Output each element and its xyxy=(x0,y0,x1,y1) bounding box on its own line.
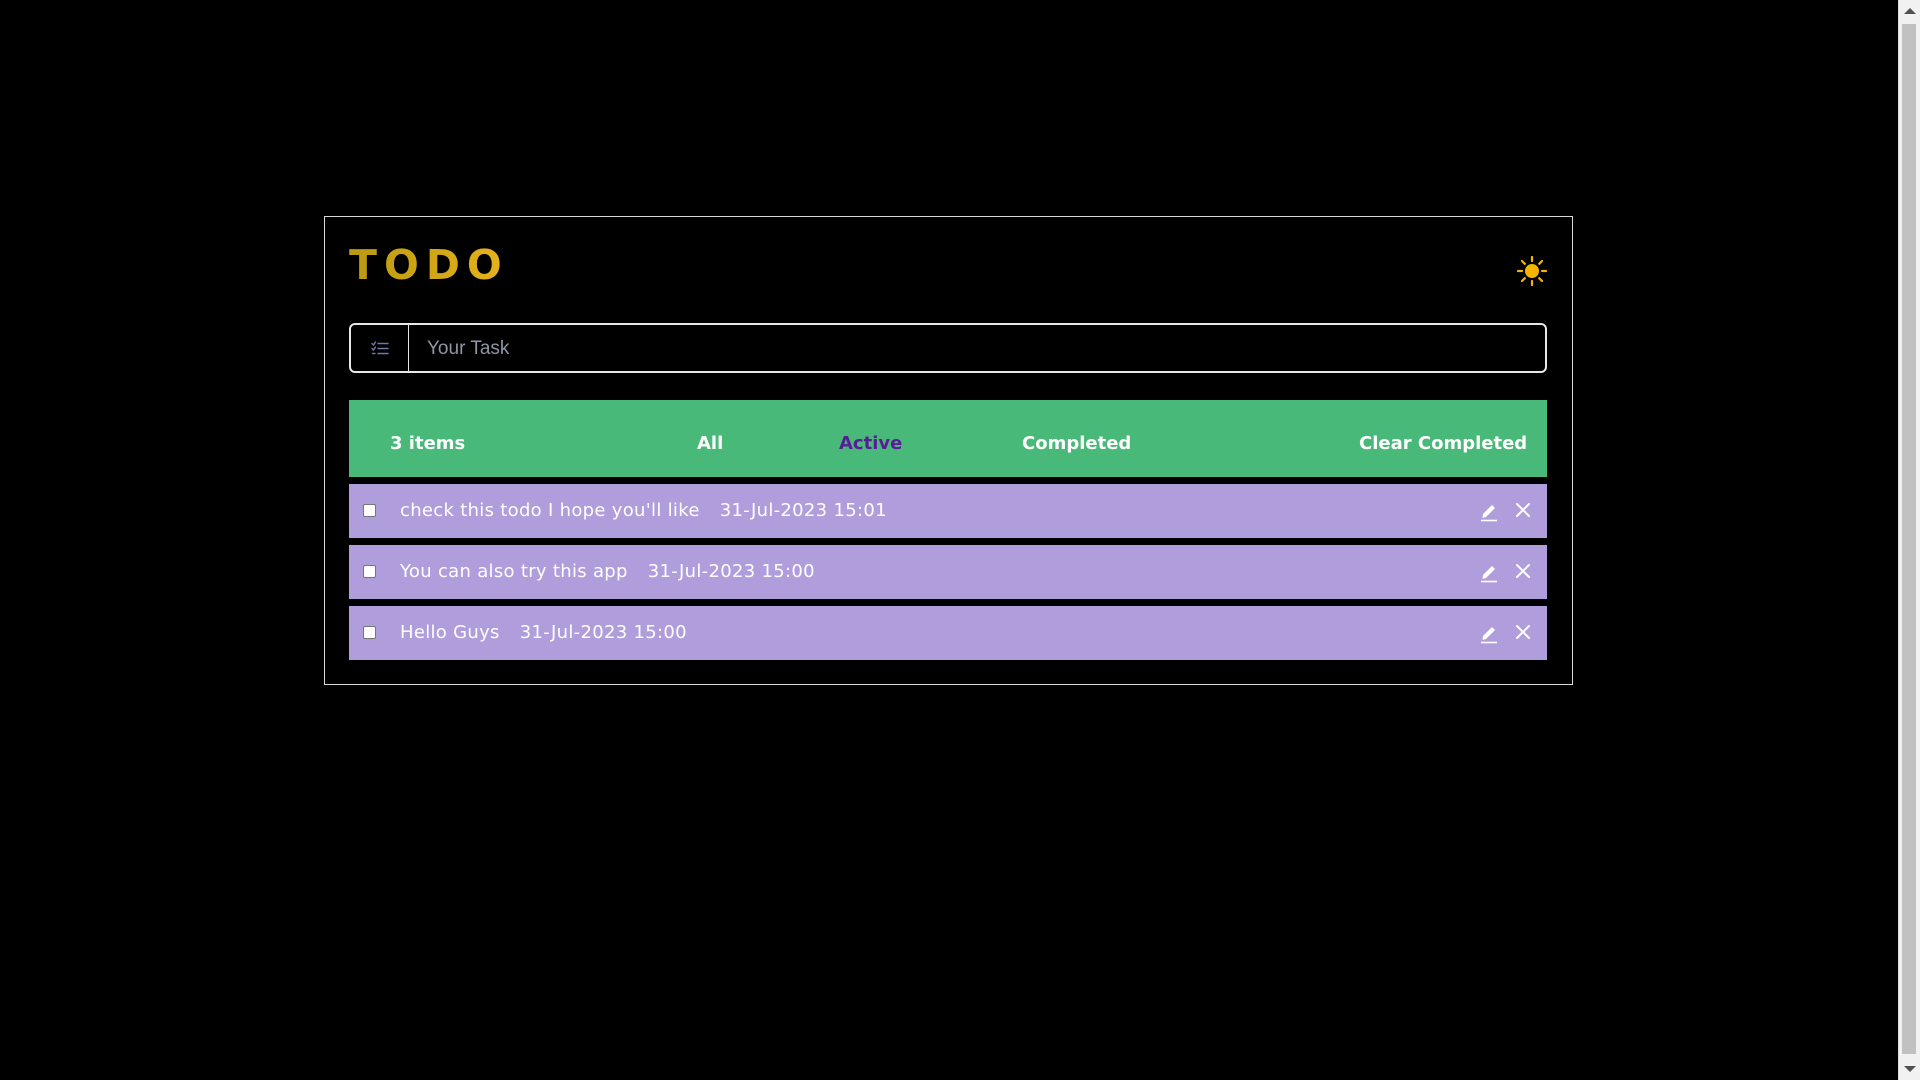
todo-text: Hello Guys xyxy=(400,622,500,643)
edit-icon[interactable] xyxy=(1479,622,1499,644)
todo-card: TODO Your Task 3 items All Active Comple… xyxy=(324,216,1573,685)
todo-content: Hello Guys 31-Jul-2023 15:00 xyxy=(400,623,687,643)
todo-content: check this todo I hope you'll like 31-Jul… xyxy=(400,501,887,521)
todo-list: check this todo I hope you'll like 31-Jul… xyxy=(349,484,1547,667)
task-input[interactable] xyxy=(409,325,1545,371)
filter-all-button[interactable]: All xyxy=(697,434,723,454)
scrollbar-thumb[interactable] xyxy=(1902,24,1916,1054)
todo-content: You can also try this app 31-Jul-2023 15:… xyxy=(400,562,815,582)
close-icon[interactable] xyxy=(1513,622,1533,642)
filter-bar: 3 items All Active Completed Clear Compl… xyxy=(349,400,1547,477)
scroll-up-arrow[interactable] xyxy=(1904,8,1916,14)
close-icon[interactable] xyxy=(1513,500,1533,520)
todo-date: 31-Jul-2023 15:00 xyxy=(519,622,687,643)
app-title: TODO xyxy=(349,241,509,289)
items-count: 3 items xyxy=(390,433,466,454)
edit-icon[interactable] xyxy=(1479,500,1499,522)
page: TODO Your Task 3 items All Active Comple… xyxy=(0,0,1920,1080)
todo-checkbox[interactable] xyxy=(363,504,376,517)
todo-item: check this todo I hope you'll like 31-Jul… xyxy=(349,484,1547,538)
todo-date: 31-Jul-2023 15:00 xyxy=(647,561,815,582)
edit-icon[interactable] xyxy=(1479,561,1499,583)
filter-active-button[interactable]: Active xyxy=(839,434,902,454)
close-icon[interactable] xyxy=(1513,561,1533,581)
scroll-down-arrow[interactable] xyxy=(1904,1066,1916,1072)
theme-toggle-button[interactable] xyxy=(1516,255,1548,287)
task-input-group xyxy=(349,323,1547,373)
checklist-icon xyxy=(370,341,389,355)
todo-item: You can also try this app 31-Jul-2023 15:… xyxy=(349,545,1547,599)
input-addon xyxy=(351,325,409,371)
filter-completed-button[interactable]: Completed xyxy=(1022,434,1131,454)
todo-checkbox[interactable] xyxy=(363,626,376,639)
todo-text: You can also try this app xyxy=(400,561,628,582)
sun-icon xyxy=(1516,255,1548,287)
todo-text: check this todo I hope you'll like xyxy=(400,500,700,521)
clear-completed-button[interactable]: Clear Completed xyxy=(1359,434,1527,454)
todo-date: 31-Jul-2023 15:01 xyxy=(719,500,887,521)
todo-checkbox[interactable] xyxy=(363,565,376,578)
todo-item: Hello Guys 31-Jul-2023 15:00 xyxy=(349,606,1547,660)
vertical-scrollbar[interactable] xyxy=(1898,0,1920,1080)
